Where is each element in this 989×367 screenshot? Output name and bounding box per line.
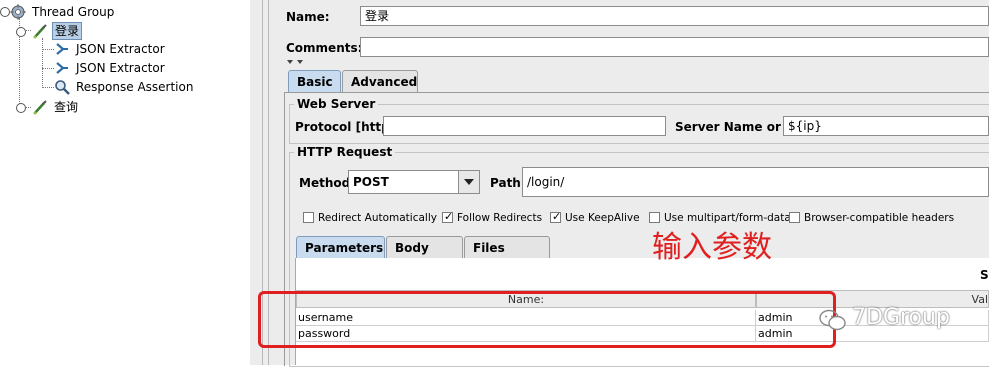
tree-node-label: 登录: [52, 22, 83, 40]
tab-basic[interactable]: Basic: [288, 70, 341, 92]
tab-body-data[interactable]: Body Data: [386, 236, 463, 277]
comments-field[interactable]: [360, 37, 989, 57]
tree-connector: [42, 49, 54, 50]
collapse-arrows-icon[interactable]: [287, 59, 311, 65]
tab-parameters[interactable]: Parameters: [296, 236, 385, 258]
tab-advanced[interactable]: Advanced: [342, 70, 418, 92]
name-label: Name:: [286, 10, 330, 24]
checkbox-label: Redirect Automatically: [318, 212, 437, 224]
tree-node-label: 查询: [54, 100, 79, 114]
expand-toggle[interactable]: [16, 103, 26, 113]
follow-redirects-checkbox[interactable]: ✓ Follow Redirects: [442, 210, 543, 225]
server-name-field[interactable]: ${ip}: [783, 116, 989, 136]
tree-node-label: JSON Extractor: [76, 61, 165, 75]
path-field[interactable]: /login/: [522, 167, 989, 197]
check-icon: ✓: [552, 210, 562, 223]
annotation-highlight-box: [258, 291, 836, 348]
http-request-title: HTTP Request: [294, 145, 396, 159]
test-plan-tree: Thread Group 登录 JSON Extractor JSON Extr…: [0, 0, 250, 365]
redirect-automatically-checkbox[interactable]: Redirect Automatically: [303, 211, 437, 225]
checkbox-label: Browser-compatible headers: [804, 212, 955, 224]
checkbox-label: Use KeepAlive: [565, 212, 640, 224]
name-field[interactable]: 登录: [360, 6, 989, 26]
path-label: Path:: [490, 176, 526, 190]
method-select[interactable]: POST: [348, 170, 480, 194]
table-caption-fragment: S: [980, 268, 989, 282]
extractor-icon: [56, 62, 68, 74]
checkbox-label: Follow Redirects: [457, 212, 543, 224]
wechat-icon: [819, 309, 846, 331]
use-keepalive-checkbox[interactable]: ✓ Use KeepAlive: [550, 210, 640, 225]
pipette-icon: [33, 100, 47, 115]
checkbox-box[interactable]: [303, 212, 314, 223]
protocol-field[interactable]: [383, 116, 666, 136]
tree-node-label: Thread Group: [32, 5, 115, 19]
magnifier-icon: [55, 80, 70, 95]
method-label: Method:: [299, 176, 355, 190]
extractor-icon: [56, 43, 68, 55]
method-value: POST: [353, 175, 389, 189]
tab-files-upload[interactable]: Files Upload: [464, 236, 550, 277]
pipette-icon: [33, 24, 47, 39]
web-server-title: Web Server: [294, 97, 379, 111]
tree-connector: [42, 87, 54, 88]
checkbox-box[interactable]: ✓: [550, 210, 562, 223]
checkbox-box[interactable]: ✓: [442, 210, 454, 223]
collapse-toggle[interactable]: [16, 27, 26, 37]
checkbox-box[interactable]: [789, 212, 800, 223]
gear-icon: [10, 4, 26, 20]
collapse-toggle[interactable]: [0, 7, 10, 17]
tree-node-label: JSON Extractor: [76, 42, 165, 56]
tree-connector: [42, 68, 54, 69]
check-icon: ✓: [444, 210, 454, 223]
tree-node-label: Response Assertion: [76, 80, 194, 94]
comments-label: Comments:: [286, 41, 363, 55]
watermark-text: 7DGroup: [852, 305, 950, 330]
browser-compatible-headers-checkbox[interactable]: Browser-compatible headers: [789, 211, 954, 225]
tree-connector: [42, 38, 43, 88]
annotation-label: 输入参数: [652, 230, 772, 265]
chevron-down-icon[interactable]: [458, 171, 479, 193]
